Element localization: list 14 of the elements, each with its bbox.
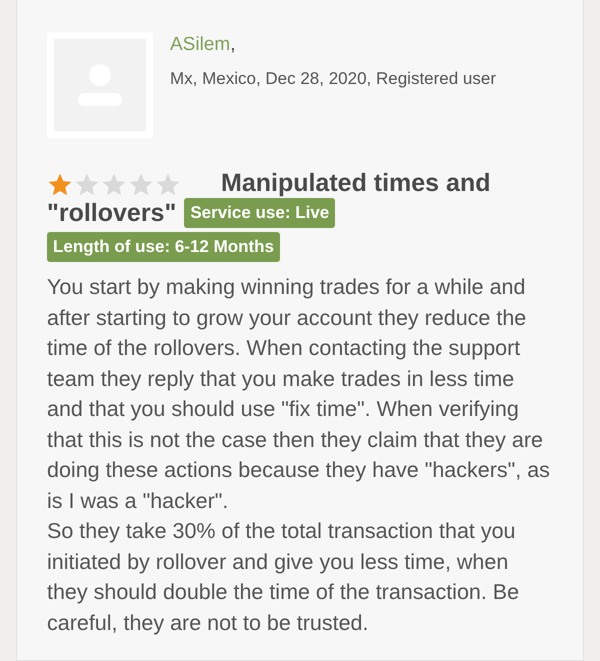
info-badge: Service use: Live: [184, 198, 336, 228]
review-title: Manipulated times and: [221, 168, 490, 198]
author-link[interactable]: ASilem: [170, 34, 230, 55]
star-icon: [48, 174, 72, 196]
star-icon: [102, 174, 126, 196]
review-text: So they take 30% of the total transaction that you initiated by rollover and give you less time, when they should double the time of the transaction. Be careful, they are not to be trusted.: [47, 518, 520, 636]
review-title: "rollovers": [47, 198, 176, 228]
review-text: You start by making winning trades for a while and after starting to grow your account they reduce the time of the rollovers. When contacting the support team they reply that you make trades in less time and that you should use "fix time". When verifying that this is not the case then they claim that they are doing these actions because they have "hackers", as is I was a "hacker".: [47, 274, 551, 514]
star-icon: [130, 174, 152, 196]
star-icon: [156, 174, 180, 196]
review-meta: Mx, Mexico, Dec 28, 2020, Registered user: [170, 69, 496, 89]
info-badge: Length of use: 6-12 Months: [47, 232, 280, 262]
comma: ,: [230, 34, 236, 55]
star-icon: [76, 174, 98, 196]
